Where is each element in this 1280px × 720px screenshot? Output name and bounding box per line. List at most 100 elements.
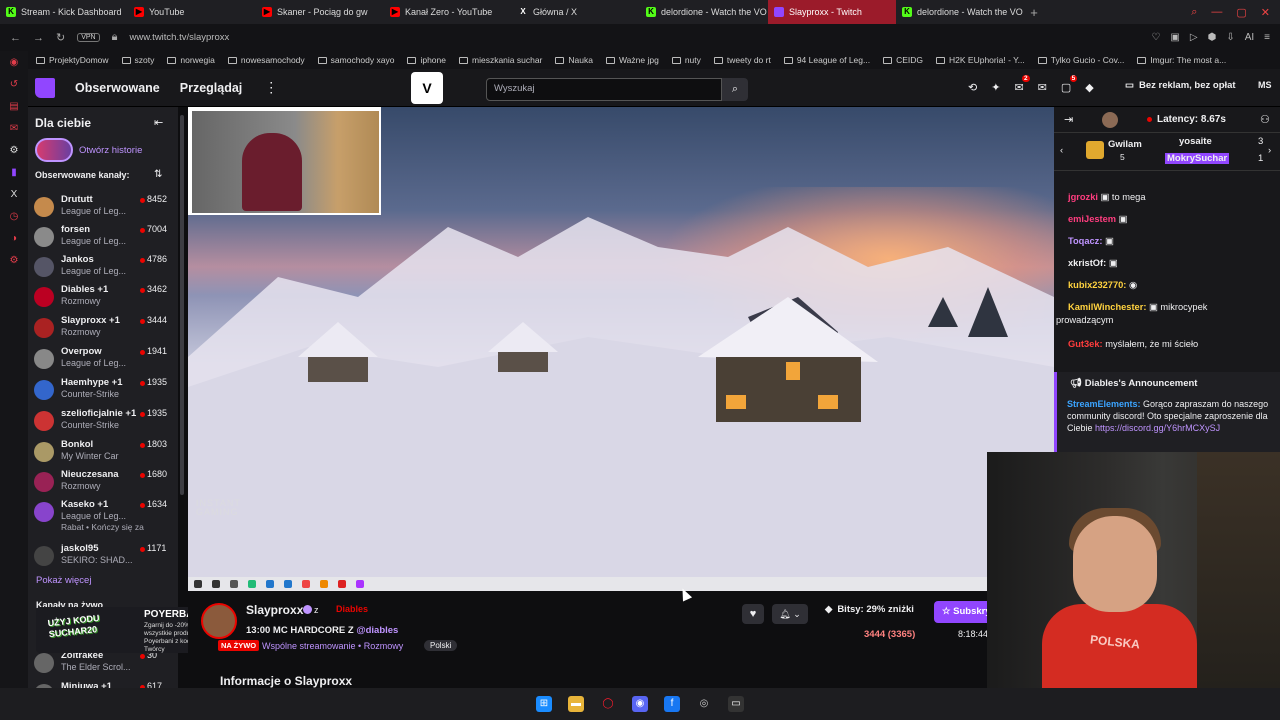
bits-button[interactable]: ◆ Bitsy: 29% zniżki — [825, 604, 914, 615]
opera-icon[interactable]: ◯ — [600, 696, 616, 712]
video-player[interactable]: INSTANT GAMING — [188, 107, 1054, 577]
bookmark-item[interactable]: samochody xayo — [317, 55, 394, 65]
bookmark-item[interactable]: nowesamochody — [227, 55, 305, 65]
search-tabs-icon[interactable]: ⌕ — [1191, 6, 1197, 19]
nav-browse[interactable]: Przeglądaj — [180, 81, 243, 95]
bookmark-item[interactable]: Ważne jpg — [605, 55, 659, 65]
gauge-icon[interactable]: ◑ — [11, 233, 17, 244]
settings-icon[interactable]: ⚙ — [10, 145, 19, 156]
loot-icon[interactable]: ⟲ — [968, 81, 977, 94]
cohost-name[interactable]: Diables — [336, 604, 368, 614]
channel-item[interactable]: Jankos League of Leg... 4786 — [34, 254, 174, 282]
adfree-button[interactable]: ▭ Bez reklam, bez opłat — [1125, 80, 1236, 91]
file-explorer-icon[interactable]: ▬ — [568, 696, 584, 712]
more-icon[interactable]: ⋮ — [264, 79, 278, 96]
nav-following[interactable]: Obserwowane — [75, 81, 160, 95]
close-icon[interactable]: ✕ — [1261, 6, 1270, 19]
channel-item[interactable]: jaskol95 SEKIRO: SHAD... 1171 — [34, 543, 174, 571]
subscribe-button[interactable]: ☆ Subskrybuj — [934, 601, 994, 623]
search-input[interactable]: Wyszukaj — [486, 78, 722, 101]
streamer-name[interactable]: Slayproxx — [246, 603, 303, 617]
forward-icon[interactable]: → — [33, 32, 44, 44]
language-tag[interactable]: Polski — [424, 640, 458, 651]
facebook-icon[interactable]: f — [664, 696, 680, 712]
terminal-icon[interactable]: ▭ — [728, 696, 744, 712]
bookmark-icon[interactable]: ♡ — [1151, 32, 1160, 43]
bookmark-item[interactable]: H2K EUphoria! - Y... — [936, 55, 1025, 65]
channel-item[interactable]: szelioficjalnie +1 Counter-Strike 1935 — [34, 408, 174, 436]
browser-tab[interactable]: Kdelordione - Watch the VO — [640, 0, 768, 24]
left-arrow-icon[interactable]: ‹ — [1060, 145, 1063, 156]
twitch-tools-icon[interactable]: ✦ — [991, 81, 1000, 94]
bookmark-item[interactable]: mieszkania suchar — [459, 55, 542, 65]
channel-item[interactable]: Haemhype +1 Counter-Strike 1935 — [34, 377, 174, 405]
browser-tab[interactable]: ▶ Skaner - Pociąg do gw — [256, 0, 384, 24]
bookmark-item[interactable]: nuty — [671, 55, 701, 65]
channel-item[interactable]: Zoltrakee The Elder Scrol... 30 — [34, 650, 174, 678]
windows-start-icon[interactable]: ⊞ — [536, 696, 552, 712]
inbox-icon[interactable]: ✉ 2 — [1014, 75, 1030, 94]
browser-tab[interactable]: ▶ Kanał Zero - YouTube — [384, 0, 512, 24]
bookmark-item[interactable]: szoty — [121, 55, 154, 65]
channel-item[interactable]: Drututt League of Leg... 8452 — [34, 194, 174, 222]
bits-icon[interactable]: ◆ — [1085, 81, 1093, 94]
new-tab-button[interactable]: + — [1024, 5, 1044, 20]
minimize-icon[interactable]: — — [1211, 6, 1222, 19]
follow-heart-icon[interactable]: ♥ — [742, 604, 764, 624]
history-icon[interactable]: ↺ — [10, 79, 18, 90]
channel-item[interactable]: Nieuczesana Rozmowy 1680 — [34, 469, 174, 497]
channel-item[interactable]: Bonkol My Winter Car 1803 — [34, 439, 174, 467]
streamer-avatar[interactable] — [201, 603, 237, 639]
bookmark-item[interactable]: ProjektyDomow — [36, 55, 109, 65]
notifications-icon[interactable]: ▢ 5 — [1061, 75, 1078, 94]
play-icon[interactable]: ▷ — [1190, 32, 1198, 43]
channel-item[interactable]: forsen League of Leg... 7004 — [34, 224, 174, 252]
bookmarks-icon[interactable]: ✉ — [10, 123, 18, 134]
twitch-logo[interactable] — [35, 77, 55, 98]
sidebar-scrollbar[interactable] — [180, 115, 184, 495]
collapse-chat-icon[interactable]: ⇥ — [1064, 113, 1073, 126]
bookmark-item[interactable]: tweety do rt — [713, 55, 771, 65]
extensions-icon[interactable]: ⬢ — [1208, 32, 1217, 43]
channel-item[interactable]: Diables +1 Rozmowy 3462 — [34, 284, 174, 312]
sort-icon[interactable]: ⇅ — [154, 169, 162, 180]
channel-item[interactable]: Kaseko +1 League of Leg... 1634 Rabat • Koń… — [34, 499, 174, 532]
user-avatar[interactable]: MS — [1258, 80, 1272, 90]
category-link[interactable]: Wspólne streamowanie • Rozmowy — [262, 641, 403, 651]
discord-link[interactable]: https://discord.gg/Y6hrMCXySJ — [1095, 423, 1220, 433]
extension-logo[interactable]: V — [411, 72, 443, 104]
bookmark-item[interactable]: norwegia — [167, 55, 215, 65]
browser-tab-active[interactable]: Slayproxx - Twitch — [768, 0, 896, 24]
stories-button[interactable]: Otwórz historie — [35, 138, 142, 162]
channel-item[interactable]: Overpow League of Leg... 1941 — [34, 346, 174, 374]
bookmark-item[interactable]: CEIDG — [883, 55, 923, 65]
mention-link[interactable]: @diables — [356, 625, 398, 636]
browser-tab[interactable]: K Stream - Kick Dashboard — [0, 0, 128, 24]
show-more-link[interactable]: Pokaż więcej — [36, 575, 91, 586]
clock-icon[interactable]: ◷ — [10, 211, 19, 222]
menu-icon[interactable]: ≡ — [1264, 32, 1270, 43]
x-icon[interactable]: X — [11, 189, 18, 200]
url-field[interactable]: www.twitch.tv/slayproxx — [129, 32, 229, 43]
notification-bell-icon[interactable]: 🔔︎ ⌄ — [772, 604, 808, 624]
browser-tab[interactable]: ▶ YouTube — [128, 0, 256, 24]
bookmark-item[interactable]: Nauka — [555, 55, 593, 65]
bag-icon[interactable]: ▤ — [9, 101, 18, 112]
download-icon[interactable]: ⇩ — [1226, 32, 1234, 43]
reload-icon[interactable]: ↻ — [56, 31, 65, 44]
vpn-badge[interactable]: VPN — [77, 33, 100, 42]
maximize-icon[interactable]: ▢ — [1236, 6, 1246, 19]
back-icon[interactable]: ← — [10, 32, 21, 44]
channel-item[interactable]: Slayproxx +1 Rozmowy 3444 — [34, 315, 174, 343]
bookmark-item[interactable]: Imgur: The most a... — [1137, 55, 1226, 65]
bookmark-item[interactable]: Tylko Gucio - Cov... — [1037, 55, 1124, 65]
bookmark-item[interactable]: iphone — [407, 55, 446, 65]
users-icon[interactable]: ⚇ — [1260, 113, 1270, 126]
discord-icon[interactable]: ◉ — [632, 696, 648, 712]
browser-tab[interactable]: Kdelordione - Watch the VO — [896, 0, 1024, 24]
gear-icon[interactable]: ⚙ — [10, 255, 19, 266]
bookmark-item[interactable]: 94 League of Leg... — [783, 55, 870, 65]
right-arrow-icon[interactable]: › — [1268, 145, 1271, 156]
messages-icon[interactable]: ✉ — [1038, 81, 1047, 94]
browser-tab[interactable]: X Główna / X — [512, 0, 640, 24]
